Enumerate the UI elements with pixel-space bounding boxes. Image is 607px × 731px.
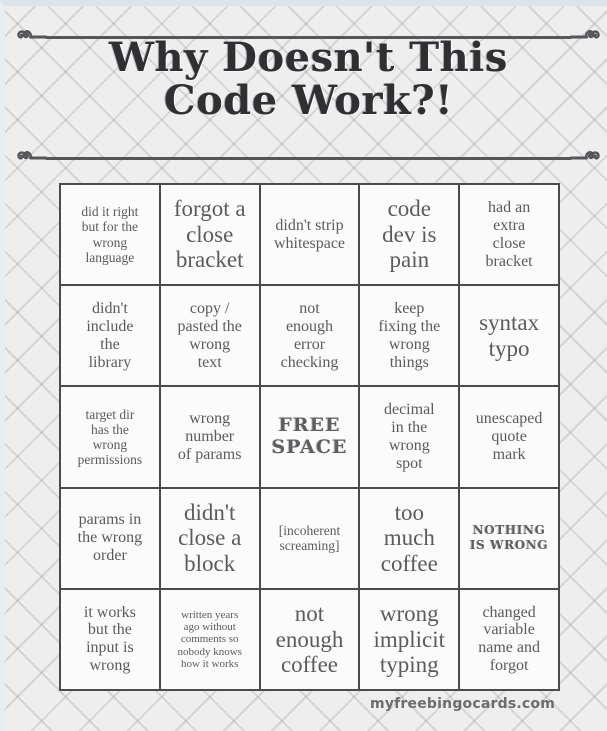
bingo-cell[interactable]: didn't close a block xyxy=(160,488,259,588)
bingo-cell-text: FREE SPACE xyxy=(271,414,348,458)
bingo-cell-text: keep fixing the wrong things xyxy=(378,299,441,371)
bingo-cell[interactable]: copy / pasted the wrong text xyxy=(160,286,259,386)
bingo-cell-text: changed variable name and forgot xyxy=(478,603,540,675)
bingo-cell[interactable]: did it right but for the wrong language xyxy=(61,185,159,285)
bingo-cell-text: not enough error checking xyxy=(280,299,339,371)
bingo-cell[interactable]: too much coffee xyxy=(360,488,459,588)
bingo-cell-text: params in the wrong order xyxy=(77,511,143,565)
bingo-cell[interactable]: code dev is pain xyxy=(360,185,459,285)
bingo-cell-text: written years ago without comments so no… xyxy=(177,608,242,670)
bingo-cell-text: unescaped quote mark xyxy=(475,410,543,463)
bingo-cell[interactable]: not enough coffee xyxy=(260,589,359,689)
bingo-cell[interactable]: keep fixing the wrong things xyxy=(360,286,459,386)
page-title: Why Doesn't This Code Work?! xyxy=(5,34,607,124)
scroll-flourish-left-bottom xyxy=(17,147,47,169)
bingo-cell[interactable]: unescaped quote mark xyxy=(460,387,558,487)
bingo-card: Why Doesn't This Code Work?! did it righ… xyxy=(0,0,607,731)
bingo-cell-text: target dir has the wrong permissions xyxy=(77,406,143,468)
bingo-cell[interactable]: decimal in the wrong spot xyxy=(360,387,459,487)
bingo-cell[interactable]: FREE SPACE xyxy=(260,387,359,487)
bingo-cell[interactable]: syntax typo xyxy=(460,286,558,386)
bingo-cell-text: decimal in the wrong spot xyxy=(383,401,435,472)
title-line-1: Why Doesn't This xyxy=(109,34,508,81)
bingo-cell[interactable]: didn't strip whitespace xyxy=(260,185,359,285)
card-header: Why Doesn't This Code Work?! xyxy=(5,14,607,164)
footer-website: myfreebingocards.com xyxy=(370,696,555,712)
header-rule-line-bottom xyxy=(45,157,572,160)
bingo-cell[interactable]: NOTHING IS WRONG xyxy=(460,488,558,588)
bingo-cell[interactable]: params in the wrong order xyxy=(61,488,159,588)
bingo-cell[interactable]: changed variable name and forgot xyxy=(460,589,558,689)
title-line-2: Code Work?! xyxy=(163,76,454,124)
bingo-cell-text: didn't strip whitespace xyxy=(273,216,346,252)
bingo-cell-text: had an extra close bracket xyxy=(485,198,533,270)
bingo-grid: did it right but for the wrong language f… xyxy=(59,183,560,691)
bingo-cell-text: syntax typo xyxy=(479,310,540,361)
bingo-cell-text: wrong implicit typing xyxy=(373,600,446,678)
bingo-cell-text: copy / pasted the wrong text xyxy=(177,299,242,371)
bingo-cell-text: it works but the input is wrong xyxy=(83,603,136,675)
bingo-cell[interactable]: not enough error checking xyxy=(260,286,359,386)
bingo-cell[interactable]: had an extra close bracket xyxy=(460,185,558,285)
bingo-cell[interactable]: didn't include the library xyxy=(61,286,159,386)
scroll-flourish-right-bottom xyxy=(570,147,600,169)
bingo-cell[interactable]: [incoherent screaming] xyxy=(260,488,359,588)
bingo-cell[interactable]: forgot a close bracket xyxy=(160,185,259,285)
bingo-cell-text: [incoherent screaming] xyxy=(278,523,341,554)
bingo-cell[interactable]: wrong implicit typing xyxy=(360,589,459,689)
bingo-cell[interactable]: wrong number of params xyxy=(160,387,259,487)
bingo-cell-text: code dev is pain xyxy=(382,195,437,273)
bingo-cell-text: didn't include the library xyxy=(86,299,134,371)
bingo-cell-text: did it right but for the wrong language xyxy=(81,204,139,265)
bingo-cell-text: NOTHING IS WRONG xyxy=(469,523,549,553)
bingo-cell-text: forgot a close bracket xyxy=(173,195,246,273)
bingo-cell-text: wrong number of params xyxy=(177,410,242,463)
bingo-cell-text: too much coffee xyxy=(380,499,438,577)
header-rule-bottom xyxy=(17,147,600,169)
bingo-cell-text: not enough coffee xyxy=(275,600,344,678)
bingo-cell-text: didn't close a block xyxy=(178,499,242,577)
bingo-cell[interactable]: target dir has the wrong permissions xyxy=(61,387,159,487)
bingo-cell[interactable]: it works but the input is wrong xyxy=(61,589,159,689)
bingo-cell[interactable]: written years ago without comments so no… xyxy=(160,589,259,689)
